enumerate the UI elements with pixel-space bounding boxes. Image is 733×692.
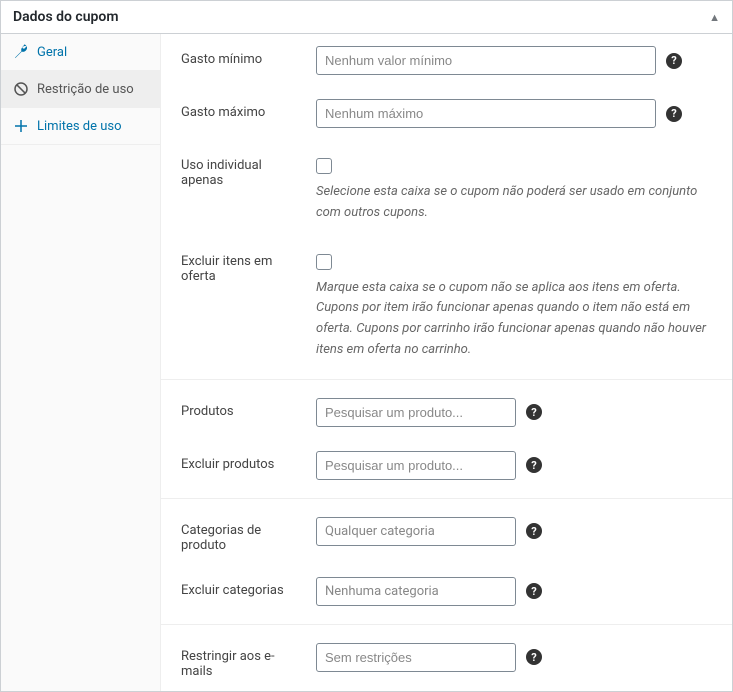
help-icon[interactable]: ? <box>526 404 542 420</box>
collapse-icon[interactable]: ▲ <box>709 11 720 24</box>
label-exclude-products: Excluir produtos <box>181 451 306 472</box>
panel-header: Dados do cupom ▲ <box>1 1 732 34</box>
sidebar-item-usage-limits[interactable]: Limites de uso <box>1 108 160 145</box>
select-exclude-categories[interactable]: Nenhuma categoria <box>316 577 516 606</box>
desc-individual-use: Selecione esta caixa se o cupom não pode… <box>316 182 712 224</box>
help-icon[interactable]: ? <box>666 53 682 69</box>
sidebar-item-usage-restriction[interactable]: Restrição de uso <box>1 71 160 108</box>
label-individual-use: Uso individual apenas <box>181 152 306 188</box>
help-icon[interactable]: ? <box>526 583 542 599</box>
field-restrict-emails: Restringir aos e-mails ? <box>161 631 732 691</box>
field-exclude-sale: Excluir itens em oferta Marque esta caix… <box>161 236 732 373</box>
sidebar-item-label: Limites de uso <box>37 119 122 134</box>
checkbox-individual-use[interactable] <box>316 158 332 174</box>
field-exclude-products: Excluir produtos ? <box>161 439 732 492</box>
checkbox-exclude-sale[interactable] <box>316 254 332 270</box>
divider <box>161 624 732 625</box>
field-exclude-categories: Excluir categorias Nenhuma categoria ? <box>161 565 732 618</box>
field-categories: Categorias de produto Qualquer categoria… <box>161 505 732 565</box>
label-exclude-sale: Excluir itens em oferta <box>181 248 306 284</box>
coupon-data-panel: Dados do cupom ▲ Geral Restrição de uso <box>0 0 733 692</box>
content: Gasto mínimo ? Gasto máximo ? Uso indivi… <box>161 34 732 691</box>
field-max-spend: Gasto máximo ? <box>161 87 732 140</box>
wrench-icon <box>13 44 29 60</box>
field-individual-use: Uso individual apenas Selecione esta cai… <box>161 140 732 236</box>
desc-exclude-sale: Marque esta caixa se o cupom não se apli… <box>316 278 712 361</box>
sidebar-item-label: Geral <box>37 45 67 60</box>
select-categories[interactable]: Qualquer categoria <box>316 517 516 546</box>
label-restrict-emails: Restringir aos e-mails <box>181 643 306 679</box>
field-min-spend: Gasto mínimo ? <box>161 34 732 87</box>
divider <box>161 379 732 380</box>
sidebar-item-label: Restrição de uso <box>37 82 134 97</box>
limits-icon <box>13 118 29 134</box>
help-icon[interactable]: ? <box>666 106 682 122</box>
input-exclude-products[interactable] <box>316 451 516 480</box>
sidebar-item-general[interactable]: Geral <box>1 34 160 71</box>
help-icon[interactable]: ? <box>526 457 542 473</box>
input-products[interactable] <box>316 398 516 427</box>
panel-title: Dados do cupom <box>13 9 118 25</box>
label-exclude-categories: Excluir categorias <box>181 577 306 598</box>
input-min-spend[interactable] <box>316 46 656 75</box>
field-products: Produtos ? <box>161 386 732 439</box>
divider <box>161 498 732 499</box>
help-icon[interactable]: ? <box>526 523 542 539</box>
label-min-spend: Gasto mínimo <box>181 46 306 67</box>
input-restrict-emails[interactable] <box>316 643 516 672</box>
ban-icon <box>13 81 29 97</box>
label-products: Produtos <box>181 398 306 419</box>
sidebar: Geral Restrição de uso Limites de uso <box>1 34 161 691</box>
input-max-spend[interactable] <box>316 99 656 128</box>
label-categories: Categorias de produto <box>181 517 306 553</box>
label-max-spend: Gasto máximo <box>181 99 306 120</box>
panel-body: Geral Restrição de uso Limites de uso Ga… <box>1 34 732 691</box>
help-icon[interactable]: ? <box>526 649 542 665</box>
